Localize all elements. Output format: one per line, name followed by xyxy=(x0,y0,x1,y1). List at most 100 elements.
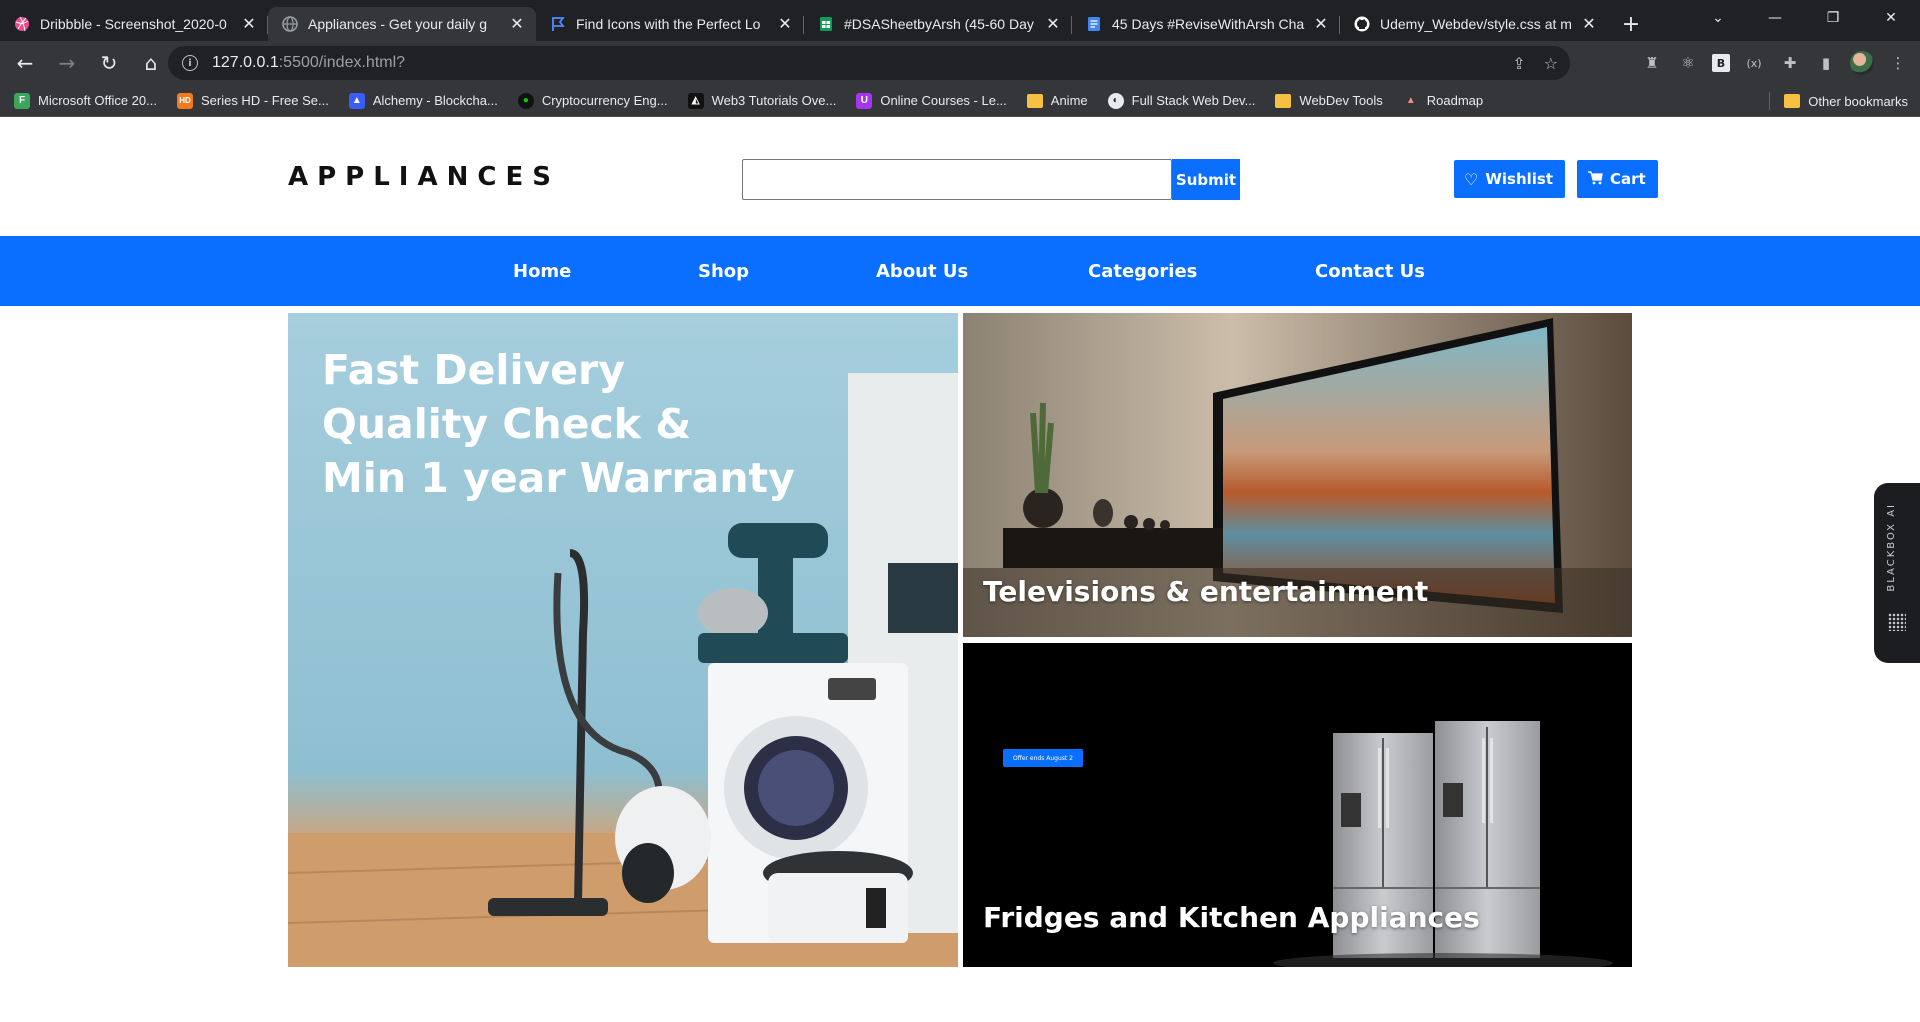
home-button[interactable]: ⌂ xyxy=(134,46,168,80)
share-icon[interactable]: ⇪ xyxy=(1512,54,1525,73)
tab-appliances[interactable]: Appliances - Get your daily g ✕ xyxy=(268,7,536,41)
tab-title: #DSASheetbyArsh (45-60 Day xyxy=(844,16,1034,32)
tv-caption: Televisions & entertainment xyxy=(983,575,1429,608)
address-url[interactable]: 127.0.0.1:5500/index.html? xyxy=(212,54,405,72)
search-form: Submit xyxy=(742,159,1240,200)
tab-find-icons[interactable]: Find Icons with the Perfect Lo ✕ xyxy=(536,7,804,41)
tab-title: Find Icons with the Perfect Lo xyxy=(576,16,761,32)
bookmark-folder[interactable]: WebDev Tools xyxy=(1275,93,1383,108)
tab-title: Udemy_Webdev/style.css at m xyxy=(1380,16,1572,32)
extensions-area: ♜ ⚛ B (x) ✚ ▮ ⋮ xyxy=(1640,46,1910,80)
tab-dribbble[interactable]: Dribbble - Screenshot_2020-0 ✕ xyxy=(0,7,268,41)
bookmark-item[interactable]: ◭ Web3 Tutorials Ove... xyxy=(687,92,836,109)
globe-icon xyxy=(282,16,298,32)
web-page: APPLIANCES Submit ♡ Wishlist Cart Home S… xyxy=(0,118,1920,1022)
hero-line: Min 1 year Warranty xyxy=(322,454,795,502)
tab-title: 45 Days #ReviseWithArsh Cha xyxy=(1112,16,1305,32)
bookmark-folder[interactable]: Anime xyxy=(1026,93,1088,108)
nav-shop[interactable]: Shop xyxy=(698,261,749,282)
tab-search-chevron-icon[interactable]: ⌄ xyxy=(1702,6,1734,30)
hero-line: Fast Delivery xyxy=(322,346,625,394)
sheets-icon xyxy=(818,16,834,32)
close-icon[interactable]: ✕ xyxy=(1580,15,1598,33)
category-card-fridges[interactable]: Offer ends August 2 Fridges and Kitchen … xyxy=(963,643,1632,967)
nav-categories[interactable]: Categories xyxy=(1088,261,1197,282)
site-logo[interactable]: APPLIANCES xyxy=(288,162,560,192)
cart-label: Cart xyxy=(1610,170,1646,188)
tab-dsa-sheet[interactable]: #DSASheetbyArsh (45-60 Day ✕ xyxy=(804,7,1072,41)
bookmark-item[interactable]: ◐ Full Stack Web Dev... xyxy=(1107,92,1255,109)
github-icon xyxy=(1354,16,1370,32)
folder-icon xyxy=(1026,93,1043,108)
category-card-televisions[interactable]: Televisions & entertainment xyxy=(963,313,1632,637)
nav-home[interactable]: Home xyxy=(513,261,571,282)
promo-card[interactable]: Fast Delivery Quality Check & Min 1 year… xyxy=(288,313,958,967)
dots-icon xyxy=(1888,613,1906,631)
wishlist-button[interactable]: ♡ Wishlist xyxy=(1454,160,1566,198)
hero-grid: Fast Delivery Quality Check & Min 1 year… xyxy=(288,313,1632,967)
back-button[interactable]: ← xyxy=(8,46,42,80)
close-icon[interactable]: ✕ xyxy=(1044,15,1062,33)
bookmark-item[interactable]: F Microsoft Office 20... xyxy=(14,92,157,109)
bookmarks-bar: F Microsoft Office 20... HD Series HD - Fr… xyxy=(0,85,1920,117)
folder-icon xyxy=(1275,93,1292,108)
blackbox-ai-widget[interactable]: BLACKBOX AI xyxy=(1874,483,1920,663)
rocket-icon: ▲ xyxy=(1405,95,1416,106)
window-controls: — ❐ ✕ xyxy=(1746,0,1920,36)
close-icon[interactable]: ✕ xyxy=(776,15,794,33)
side-panel-icon[interactable]: ▮ xyxy=(1814,51,1838,75)
alchemy-icon: ▲ xyxy=(348,92,365,109)
menu-kebab-icon[interactable]: ⋮ xyxy=(1886,51,1910,75)
address-bar[interactable]: i 127.0.0.1:5500/index.html? ⇪ ☆ xyxy=(168,46,1570,80)
fullstack-icon: ◐ xyxy=(1107,92,1124,109)
extension-braces-icon[interactable]: (x) xyxy=(1742,51,1766,75)
heart-icon: ♡ xyxy=(1464,169,1479,189)
bookmark-item[interactable]: ▲ Roadmap xyxy=(1403,93,1483,109)
submit-button[interactable]: Submit xyxy=(1172,159,1240,200)
hd-icon: HD xyxy=(176,92,193,109)
tab-title: Appliances - Get your daily g xyxy=(308,16,487,32)
site-header: APPLIANCES Submit ♡ Wishlist Cart xyxy=(0,118,1920,236)
avatar[interactable] xyxy=(1850,51,1874,75)
nav-contact-us[interactable]: Contact Us xyxy=(1315,261,1425,282)
docs-icon xyxy=(1086,16,1102,32)
fridge-caption: Fridges and Kitchen Appliances xyxy=(983,901,1480,934)
close-window-button[interactable]: ✕ xyxy=(1862,0,1920,36)
close-icon[interactable]: ✕ xyxy=(240,15,258,33)
bookmark-item[interactable]: HD Series HD - Free Se... xyxy=(176,92,329,109)
bookmark-item[interactable]: ● Cryptocurrency Eng... xyxy=(517,92,668,109)
nav-about-us[interactable]: About Us xyxy=(876,261,968,282)
extension-icon[interactable]: ♜ xyxy=(1640,51,1664,75)
reload-button[interactable]: ↻ xyxy=(92,46,126,80)
restore-button[interactable]: ❐ xyxy=(1804,0,1862,36)
hero-headline: Fast Delivery Quality Check & Min 1 year… xyxy=(322,343,795,505)
tab-github[interactable]: Udemy_Webdev/style.css at m ✕ xyxy=(1340,7,1608,41)
other-bookmarks[interactable]: Other bookmarks xyxy=(1769,85,1908,117)
close-icon[interactable]: ✕ xyxy=(1312,15,1330,33)
bookmark-item[interactable]: ▲ Alchemy - Blockcha... xyxy=(348,92,498,109)
browser-tab-strip: Dribbble - Screenshot_2020-0 ✕ Appliance… xyxy=(0,0,1920,41)
react-devtools-icon[interactable]: ⚛ xyxy=(1676,51,1700,75)
search-input[interactable] xyxy=(742,159,1172,200)
wishlist-label: Wishlist xyxy=(1485,170,1554,188)
main-nav: Home Shop About Us Categories Contact Us xyxy=(0,236,1920,306)
minimize-button[interactable]: — xyxy=(1746,0,1804,36)
udemy-icon: U xyxy=(856,92,873,109)
tab-title: Dribbble - Screenshot_2020-0 xyxy=(40,16,227,32)
header-actions: ♡ Wishlist Cart xyxy=(1454,160,1658,198)
forward-button[interactable]: → xyxy=(50,46,84,80)
offer-badge: Offer ends August 2 xyxy=(1003,749,1083,767)
extension-b-icon[interactable]: B xyxy=(1712,54,1730,72)
new-tab-button[interactable]: + xyxy=(1614,7,1648,41)
bookmark-item[interactable]: U Online Courses - Le... xyxy=(856,92,1007,109)
cart-button[interactable]: Cart xyxy=(1577,160,1658,198)
close-icon[interactable]: ✕ xyxy=(508,15,526,33)
crypto-icon: ● xyxy=(517,92,534,109)
hero-line: Quality Check & xyxy=(322,400,692,448)
info-icon[interactable]: i xyxy=(182,55,198,71)
bookmark-star-icon[interactable]: ☆ xyxy=(1544,54,1558,73)
dribbble-icon xyxy=(14,16,30,32)
flag-icon xyxy=(550,16,566,32)
tab-revise[interactable]: 45 Days #ReviseWithArsh Cha ✕ xyxy=(1072,7,1340,41)
puzzle-icon[interactable]: ✚ xyxy=(1778,51,1802,75)
